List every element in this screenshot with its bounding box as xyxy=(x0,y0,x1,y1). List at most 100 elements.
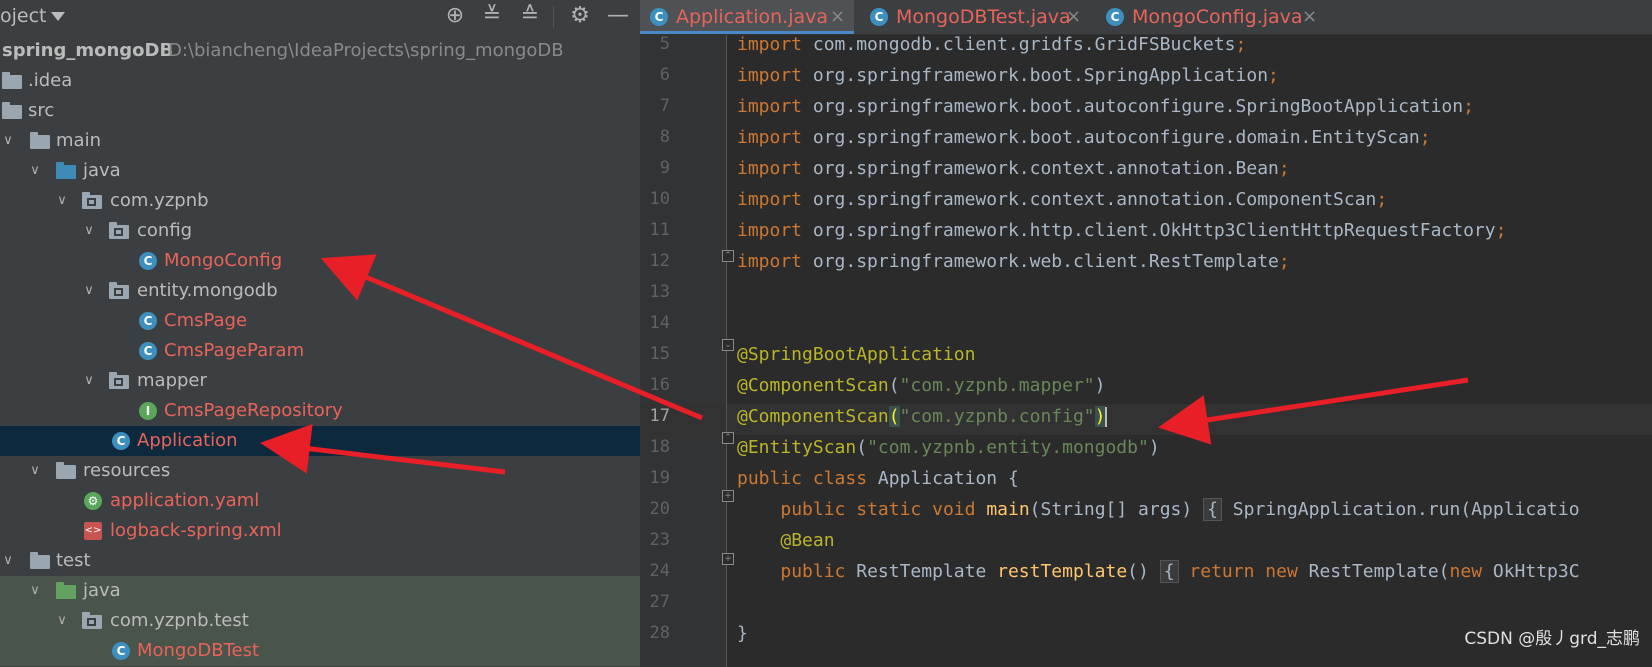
tree-item-application-yaml[interactable]: ⚙ application.yaml xyxy=(0,486,640,516)
tree-item-mapper[interactable]: ∨ mapper xyxy=(0,366,640,396)
chevron-down-icon[interactable]: ∨ xyxy=(27,156,43,186)
tree-item-mongodbtest[interactable]: C MongoDBTest xyxy=(0,636,640,666)
close-icon[interactable]: × xyxy=(1066,0,1081,34)
gear-icon[interactable]: ⚙ xyxy=(568,4,592,28)
code-editor[interactable]: 5 6 7 8 9 10 11 12 13 14 15 16 17 18 19 … xyxy=(640,35,1652,667)
chevron-down-icon[interactable]: ∨ xyxy=(0,126,16,156)
collapse-all-icon[interactable]: ≙ xyxy=(518,4,542,28)
test-folder-icon xyxy=(56,582,76,599)
chevron-down-icon[interactable] xyxy=(51,12,65,21)
tab-application-java[interactable]: C Application.java × xyxy=(640,0,854,34)
tree-item-test[interactable]: ∨ test xyxy=(0,546,640,576)
code-line-19: public class Application { xyxy=(737,468,1019,489)
line-number: 7 xyxy=(659,96,670,116)
tree-item-label: test xyxy=(56,550,91,571)
line-number: 23 xyxy=(649,530,670,550)
tree-item-cmspageparam[interactable]: C CmsPageParam xyxy=(0,336,640,366)
fold-start-icon[interactable]: ⌄ xyxy=(722,339,734,351)
tree-item-label: mapper xyxy=(137,370,207,391)
locate-icon[interactable]: ⊕ xyxy=(443,4,467,28)
tree-item-idea[interactable]: .idea xyxy=(0,66,640,96)
code-line-23: @Bean xyxy=(780,530,835,551)
tab-label: MongoDBTest.java xyxy=(896,6,1071,28)
line-number: 16 xyxy=(649,375,670,395)
line-number: 14 xyxy=(649,313,670,333)
line-number: 27 xyxy=(649,592,670,612)
chevron-down-icon[interactable]: ∨ xyxy=(0,546,16,576)
tree-item-label: Application xyxy=(137,430,238,451)
code-line-15: @SpringBootApplication xyxy=(737,344,976,365)
watermark: CSDN @殷丿grd_志鹏 xyxy=(1464,629,1640,649)
text-caret xyxy=(1105,407,1108,427)
tab-label: Application.java xyxy=(676,6,829,28)
line-number-current: 17 xyxy=(649,406,670,426)
code-line-18: @EntityScan("com.yzpnb.entity.mongodb") xyxy=(737,437,1160,458)
chevron-down-icon[interactable]: ∨ xyxy=(81,366,97,396)
tree-item-cmspagerepository[interactable]: I CmsPageRepository xyxy=(0,396,640,426)
line-number: 10 xyxy=(649,189,670,209)
chevron-down-icon[interactable]: ∨ xyxy=(54,606,70,636)
class-icon: C xyxy=(139,342,157,360)
tree-item-config[interactable]: ∨ config xyxy=(0,216,640,246)
chevron-down-icon[interactable]: ∨ xyxy=(54,186,70,216)
code-line-7: import org.springframework.boot.autoconf… xyxy=(737,96,1474,117)
xml-icon: <> xyxy=(84,522,102,540)
project-panel-title[interactable]: oject xyxy=(0,5,47,27)
tree-item-application[interactable]: C Application xyxy=(0,426,640,456)
fold-expand-icon[interactable]: + xyxy=(722,553,734,565)
tree-item-com-yzpnb-test[interactable]: ∨ com.yzpnb.test xyxy=(0,606,640,636)
tree-item-label: resources xyxy=(83,460,171,481)
tree-item-main[interactable]: ∨ main xyxy=(0,126,640,156)
tab-label: MongoConfig.java xyxy=(1132,6,1303,28)
tree-item-label: java xyxy=(83,160,121,181)
tree-item-label: entity.mongodb xyxy=(137,280,278,301)
tree-item-java[interactable]: ∨ java xyxy=(0,156,640,186)
tree-item-label: MongoConfig xyxy=(164,250,283,271)
tree-item-label: com.yzpnb.test xyxy=(110,610,249,631)
tree-item-com-yzpnb[interactable]: ∨ com.yzpnb xyxy=(0,186,640,216)
fold-end-icon[interactable]: ⌃ xyxy=(722,250,734,262)
tree-item-label: com.yzpnb xyxy=(110,190,209,211)
tree-item-project-root[interactable]: spring_mongoDB D:\biancheng\IdeaProjects… xyxy=(0,36,640,66)
tree-item-label: CmsPageParam xyxy=(164,340,305,361)
tree-item-test-java[interactable]: ∨ java xyxy=(0,576,640,606)
code-line-11: import org.springframework.http.client.O… xyxy=(737,220,1507,241)
tab-mongoconfig-java[interactable]: C MongoConfig.java × xyxy=(1096,0,1326,34)
tree-item-label: CmsPageRepository xyxy=(164,400,343,421)
line-number: 19 xyxy=(649,468,670,488)
class-icon: C xyxy=(112,642,130,660)
line-number: 28 xyxy=(649,623,670,643)
line-number: 24 xyxy=(649,561,670,581)
project-name: spring_mongoDB xyxy=(2,40,174,61)
tree-item-entity-mongodb[interactable]: ∨ entity.mongodb xyxy=(0,276,640,306)
tree-item-mongoconfig[interactable]: C MongoConfig xyxy=(0,246,640,276)
code-line-24: public RestTemplate restTemplate() { ret… xyxy=(780,560,1580,583)
line-number: 9 xyxy=(659,158,670,178)
close-icon[interactable]: × xyxy=(830,0,845,34)
class-icon: C xyxy=(1106,8,1124,26)
tree-item-logback-xml[interactable]: <> logback-spring.xml xyxy=(0,516,640,546)
code-line-10: import org.springframework.context.annot… xyxy=(737,189,1388,210)
chevron-down-icon[interactable]: ∨ xyxy=(27,576,43,606)
fold-end-icon[interactable]: ⌃ xyxy=(722,432,734,444)
yaml-icon: ⚙ xyxy=(84,492,102,510)
tree-item-resources[interactable]: ∨ resources xyxy=(0,456,640,486)
package-icon xyxy=(109,372,129,389)
fold-expand-icon[interactable]: + xyxy=(722,490,734,502)
tab-mongodbtest-java[interactable]: C MongoDBTest.java × xyxy=(860,0,1090,34)
tree-item-label: logback-spring.xml xyxy=(110,520,282,541)
minimize-icon[interactable]: — xyxy=(606,4,630,28)
spring-app-icon: C xyxy=(650,8,668,26)
folder-icon xyxy=(30,132,50,149)
chevron-down-icon[interactable]: ∨ xyxy=(27,456,43,486)
chevron-down-icon[interactable]: ∨ xyxy=(81,276,97,306)
tree-item-cmspage[interactable]: C CmsPage xyxy=(0,306,640,336)
source-folder-icon xyxy=(56,162,76,179)
project-path: D:\biancheng\IdeaProjects\spring_mongoDB xyxy=(168,40,564,61)
chevron-down-icon[interactable]: ∨ xyxy=(81,216,97,246)
tree-item-label: config xyxy=(137,220,193,241)
package-icon xyxy=(109,282,129,299)
tree-item-src[interactable]: src xyxy=(0,96,640,126)
close-icon[interactable]: × xyxy=(1302,0,1317,34)
expand-all-icon[interactable]: ≚ xyxy=(480,4,504,28)
